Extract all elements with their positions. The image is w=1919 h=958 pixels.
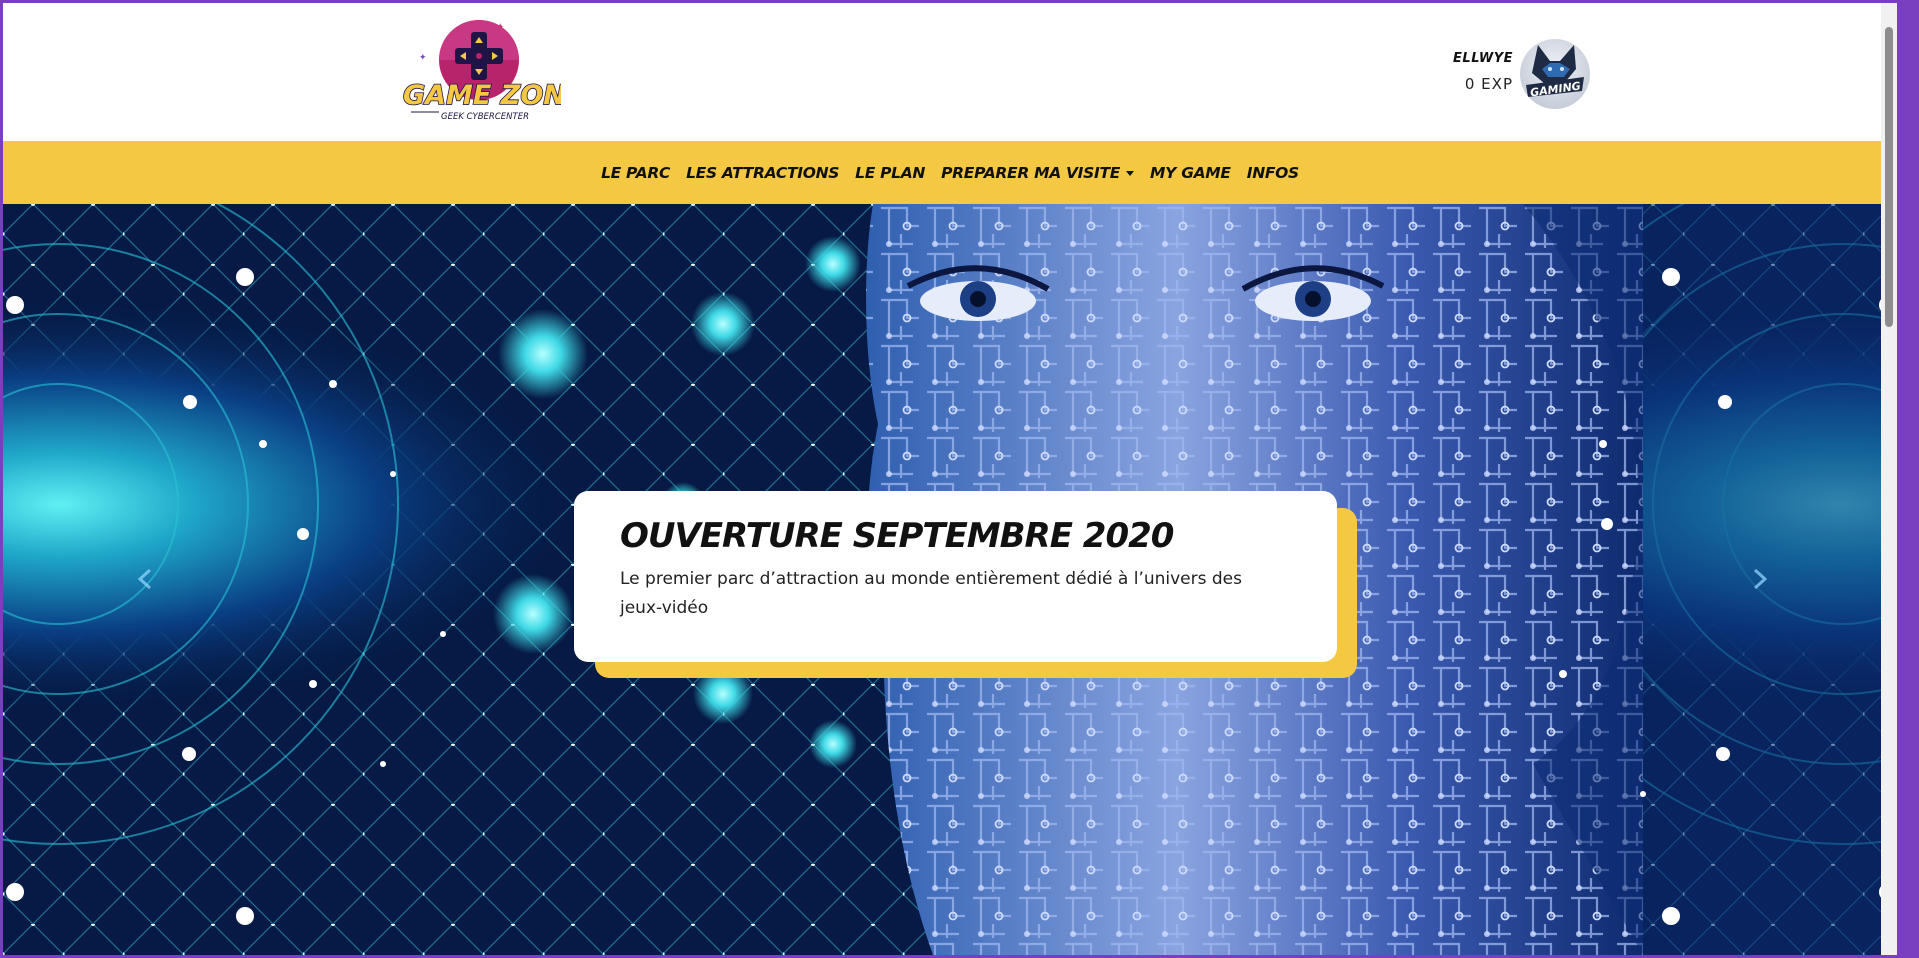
logo-text: GAME ZONE — [403, 80, 561, 111]
nav-item-label: LE PARC — [601, 163, 671, 182]
nav-item-les-attractions[interactable]: LES ATTRACTIONS — [686, 164, 839, 182]
avatar[interactable]: GAMING — [1520, 39, 1590, 109]
user-name: ELLWYE — [1453, 51, 1513, 66]
nav-item-label: MY GAME — [1150, 163, 1231, 182]
nav-item-my-game[interactable]: MY GAME — [1150, 164, 1231, 182]
caption-text: Le premier parc d’attraction au monde en… — [620, 569, 1243, 618]
carousel-caption: OUVERTURE SEPTEMBRE 2020 Le premier parc… — [574, 491, 1337, 662]
carousel-next-button[interactable] — [1745, 564, 1775, 594]
user-profile[interactable]: ELLWYE 0 EXP GAMING — [1368, 39, 1598, 109]
nav-item-preparer-ma-visite[interactable]: PREPARER MA VISITE — [941, 163, 1135, 182]
logo-subtext: GEEK CYBERCENTER — [441, 112, 529, 122]
site-header: ✦ ✦ GAME ZONE GEEK CYBERCENTER ELLW — [3, 3, 1897, 141]
hero-carousel: OUVERTURE SEPTEMBRE 2020 Le premier parc… — [3, 204, 1897, 955]
user-exp: 0 EXP — [1464, 75, 1513, 93]
chevron-right-icon — [1753, 568, 1768, 590]
chevron-left-icon — [137, 568, 152, 590]
nav-item-infos[interactable]: INFOS — [1247, 164, 1299, 182]
scrollbar-thumb[interactable] — [1885, 27, 1893, 327]
carousel-prev-button[interactable] — [130, 564, 160, 594]
svg-text:✦: ✦ — [419, 53, 427, 63]
main-nav: LE PARC LES ATTRACTIONS LE PLAN PREPARER… — [3, 141, 1897, 204]
nav-item-le-parc[interactable]: LE PARC — [601, 164, 670, 182]
game-zone-logo[interactable]: ✦ ✦ GAME ZONE GEEK CYBERCENTER — [401, 18, 586, 128]
nav-item-label: LES ATTRACTIONS — [686, 163, 840, 182]
browser-viewport: ✦ ✦ GAME ZONE GEEK CYBERCENTER ELLW — [3, 3, 1897, 955]
nav-item-le-plan[interactable]: LE PLAN — [855, 164, 925, 182]
page-scrollbar[interactable] — [1881, 3, 1897, 955]
game-zone-logo-icon: ✦ ✦ GAME ZONE GEEK CYBERCENTER — [402, 20, 586, 122]
nav-item-label: PREPARER MA VISITE — [941, 163, 1121, 182]
nav-item-label: INFOS — [1246, 163, 1299, 182]
caption-title: OUVERTURE SEPTEMBRE 2020 — [620, 516, 1174, 556]
caret-down-icon — [1126, 171, 1135, 176]
avatar-text: GAMING — [1529, 79, 1581, 99]
wolf-gaming-icon: GAMING — [1526, 45, 1584, 99]
nav-item-label: LE PLAN — [855, 163, 926, 182]
